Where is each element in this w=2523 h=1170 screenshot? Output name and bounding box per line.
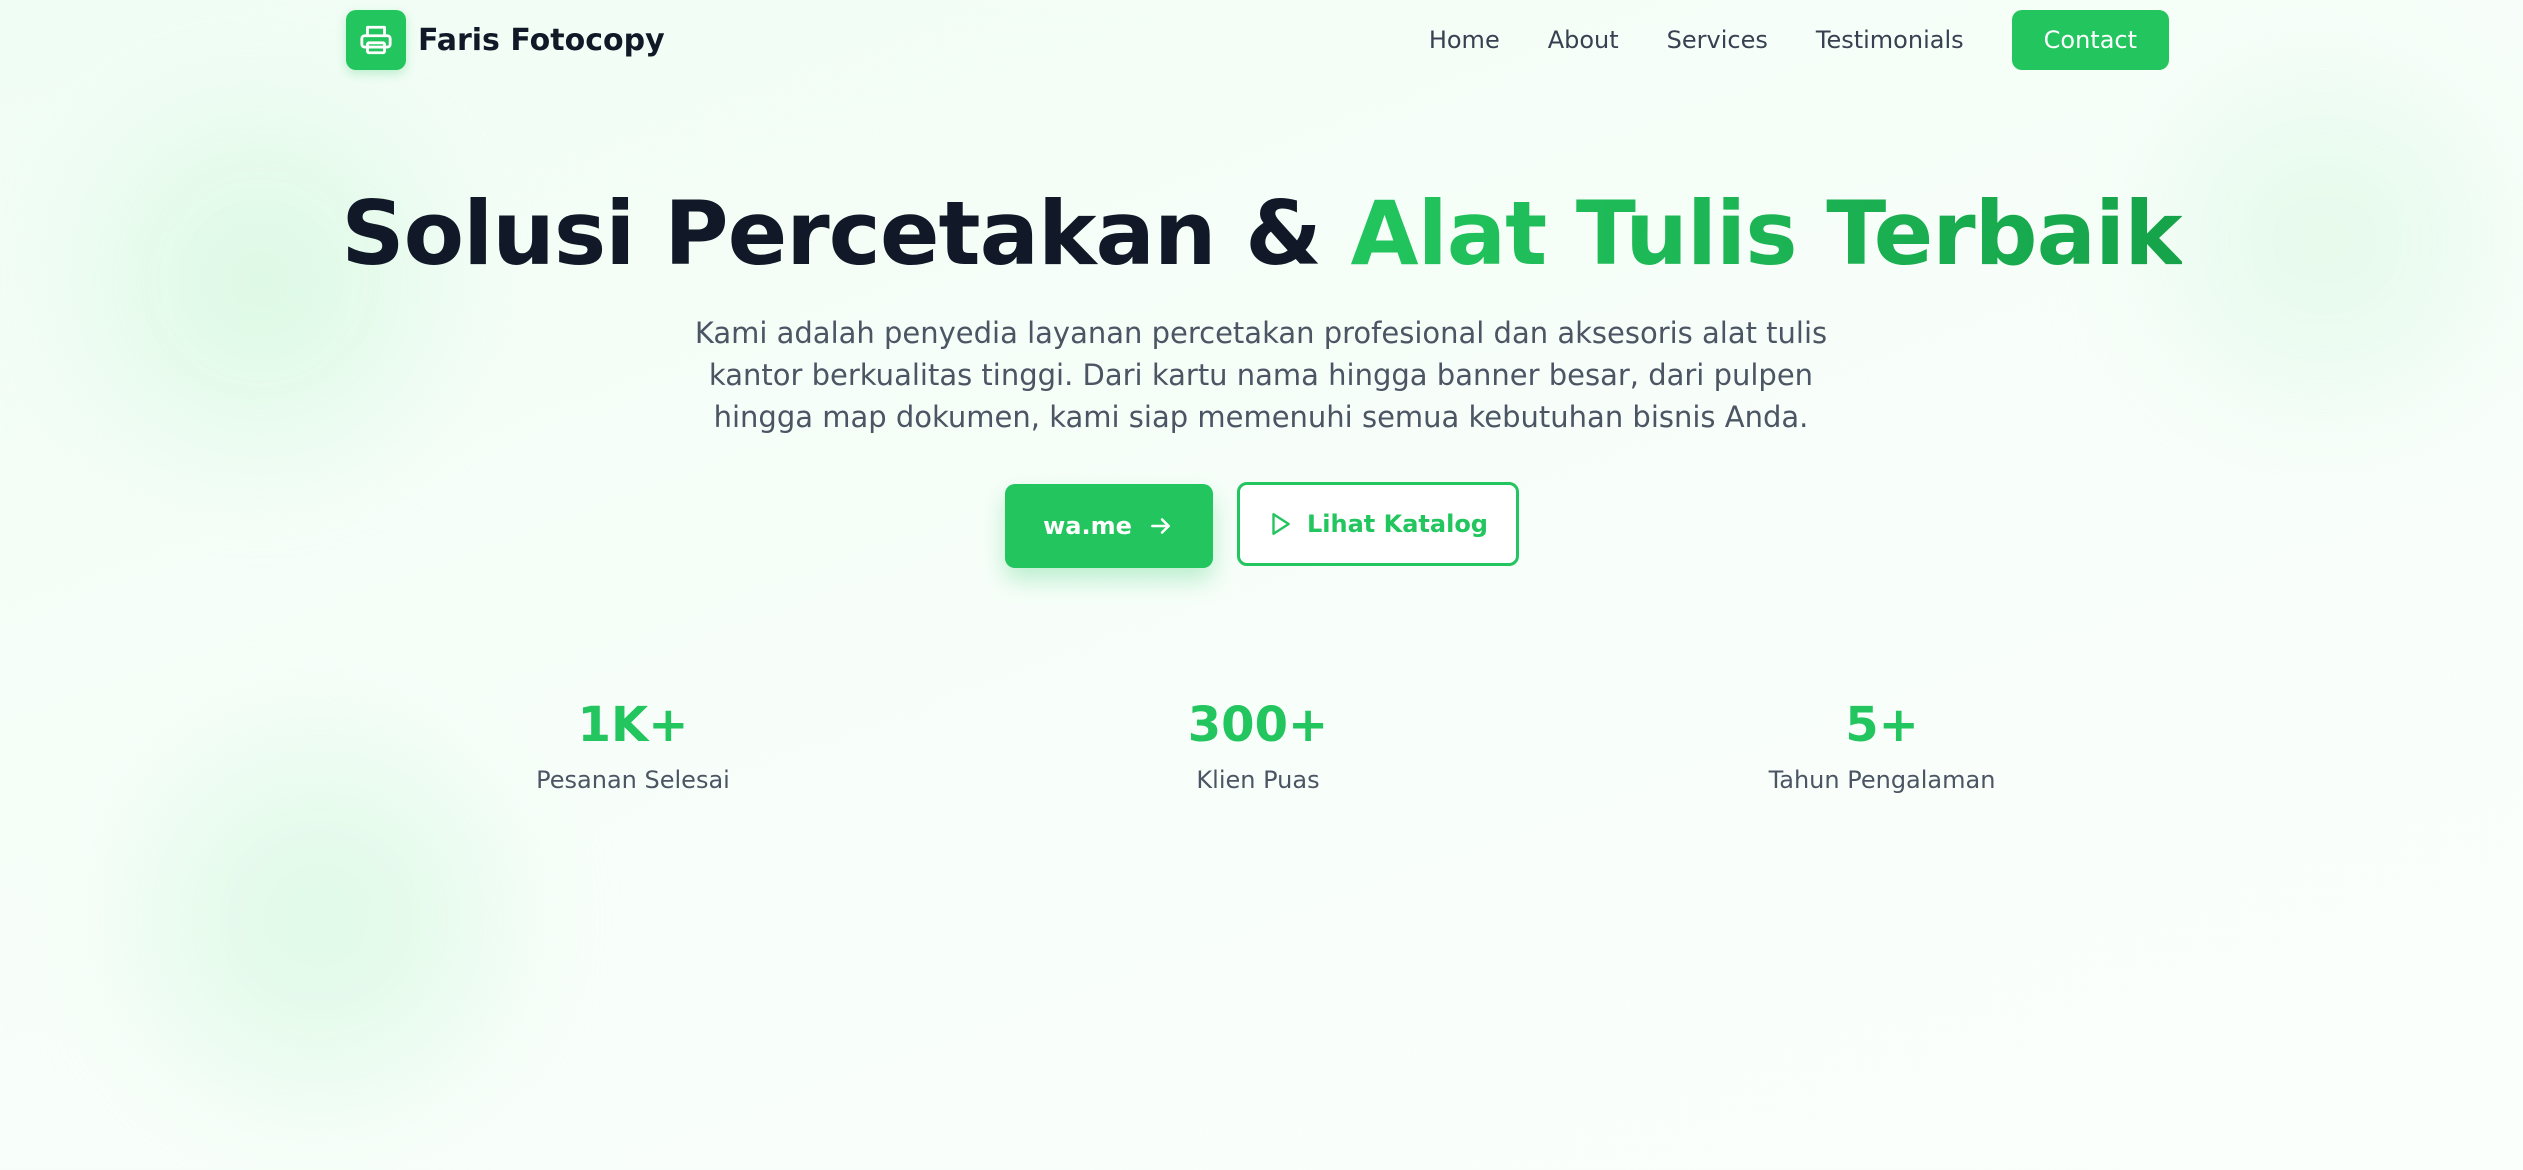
hero-title-accent: Alat Tulis Terbaik <box>1350 182 2183 285</box>
nav-link-about[interactable]: About <box>1548 26 1619 54</box>
navbar: Faris Fotocopy Home About Services Testi… <box>0 0 2523 82</box>
whatsapp-button[interactable]: wa.me <box>1004 484 1213 568</box>
nav-link-testimonials[interactable]: Testimonials <box>1816 26 1964 54</box>
hero-title: Solusi Percetakan & Alat Tulis Terbaik <box>0 182 2523 286</box>
stat-value: 1K+ <box>577 697 689 753</box>
contact-button[interactable]: Contact <box>2011 10 2169 70</box>
whatsapp-button-label: wa.me <box>1043 512 1132 540</box>
hero-title-main: Solusi Percetakan & <box>341 182 1351 285</box>
hero-actions: wa.me Lihat Katalog <box>0 482 2523 568</box>
nav-link-home[interactable]: Home <box>1429 26 1500 54</box>
brand-name: Faris Fotocopy <box>418 22 665 58</box>
stat-label: Tahun Pengalaman <box>1768 766 1996 794</box>
stat-experience: 5+ Tahun Pengalaman <box>1682 690 2082 800</box>
stat-label: Pesanan Selesai <box>536 766 730 794</box>
printer-icon <box>346 10 406 70</box>
nav-links: Home About Services Testimonials Contact <box>1429 10 2169 70</box>
brand[interactable]: Faris Fotocopy <box>346 10 665 70</box>
nav-link-services[interactable]: Services <box>1667 26 1768 54</box>
hero-description: Kami adalah penyedia layanan percetakan … <box>694 316 1828 434</box>
stat-clients: 300+ Klien Puas <box>1058 690 1458 800</box>
stat-value: 300+ <box>1187 697 1329 753</box>
catalog-button[interactable]: Lihat Katalog <box>1236 482 1519 566</box>
catalog-button-label: Lihat Katalog <box>1307 510 1488 538</box>
stat-value: 5+ <box>1845 697 1919 753</box>
arrow-right-icon <box>1150 518 1170 534</box>
stat-orders: 1K+ Pesanan Selesai <box>433 690 833 800</box>
play-icon <box>1272 513 1290 535</box>
stat-label: Klien Puas <box>1196 766 1320 794</box>
